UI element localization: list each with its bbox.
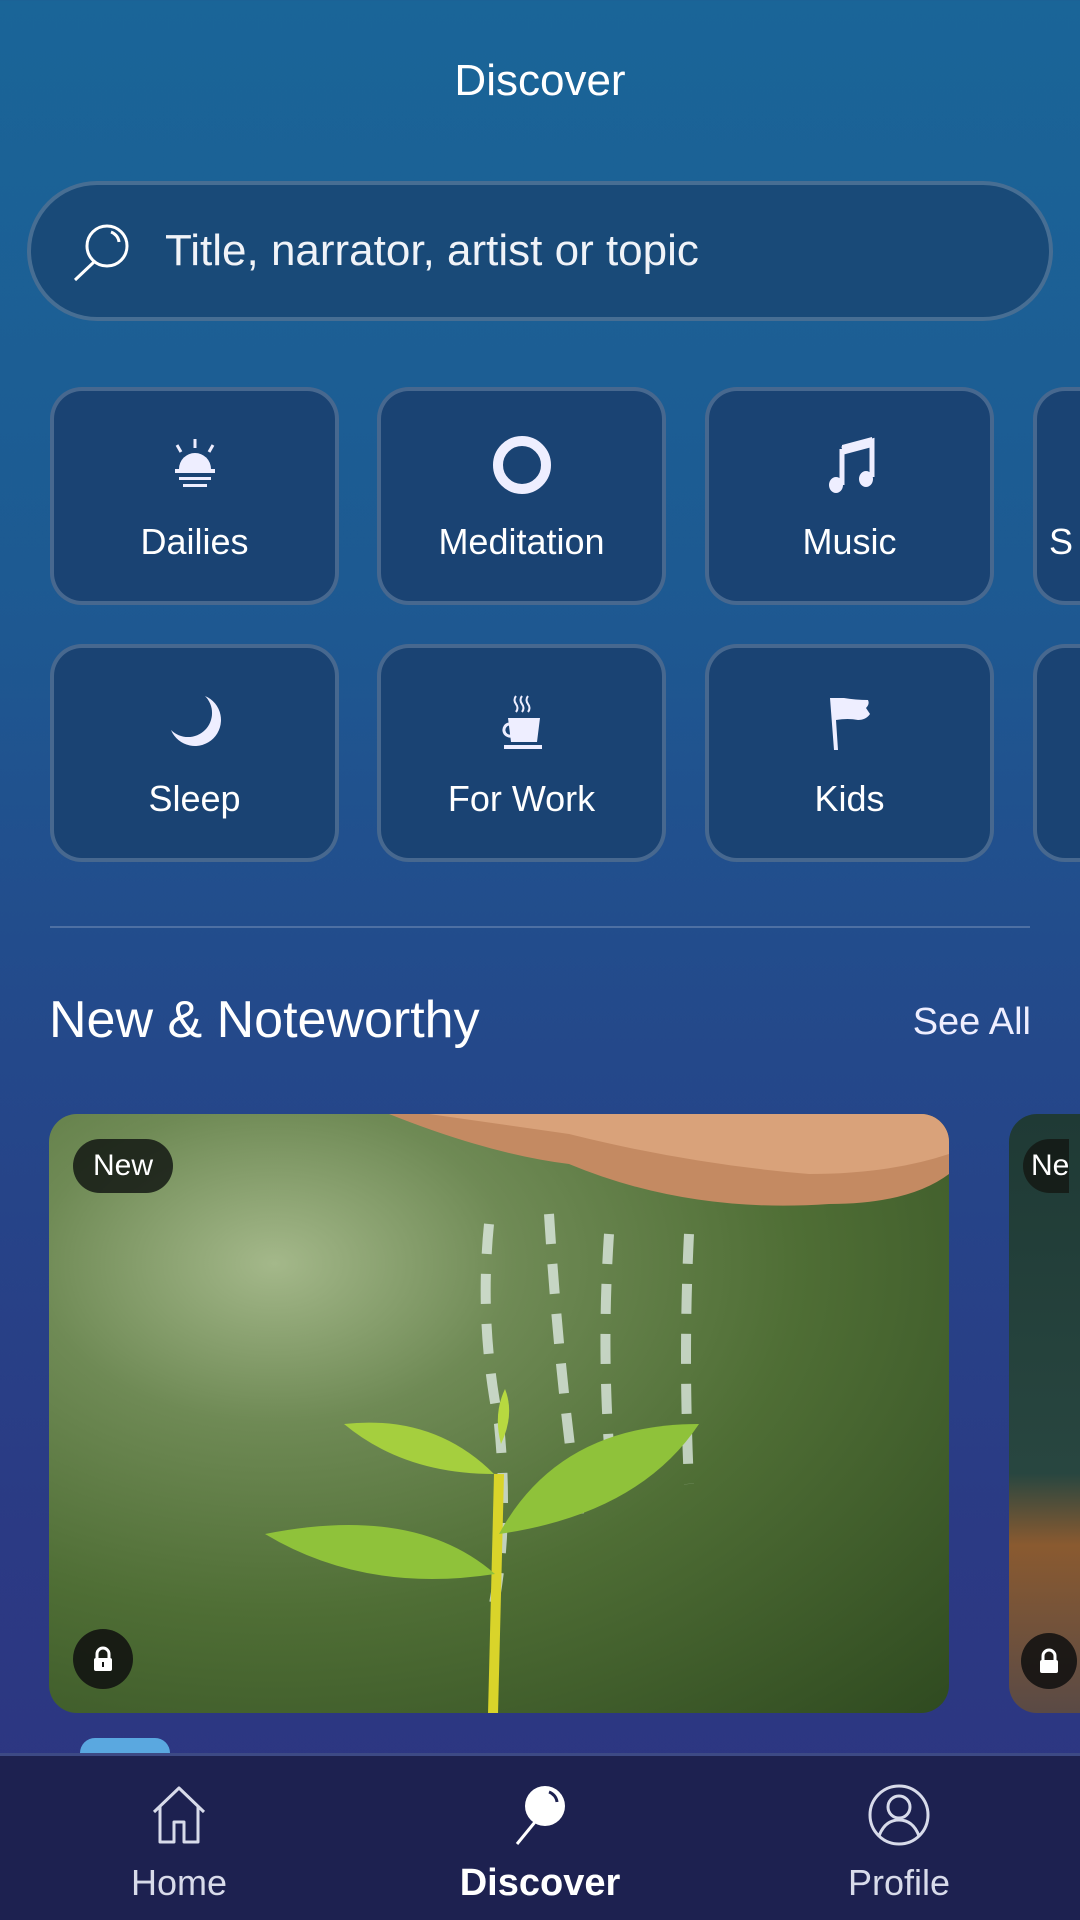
circle-icon xyxy=(492,436,551,494)
card-image xyxy=(265,1114,949,1713)
category-label: S xyxy=(1049,521,1074,562)
category-label: Meditation xyxy=(438,521,605,562)
music-note-icon xyxy=(828,437,874,493)
avatar xyxy=(80,1738,170,1753)
new-badge: New xyxy=(73,1139,174,1193)
home-icon xyxy=(152,1786,206,1844)
category-music[interactable]: Music xyxy=(705,387,994,605)
tab-home[interactable]: Home xyxy=(29,1756,329,1920)
coffee-cup-icon xyxy=(501,695,542,749)
tab-discover[interactable]: Discover xyxy=(390,1756,690,1920)
category-sleep[interactable]: Sleep xyxy=(50,644,339,862)
category-label: Dailies xyxy=(140,521,249,562)
content-card[interactable]: Ne xyxy=(1009,1114,1080,1713)
lock-icon xyxy=(73,1629,133,1689)
search-bar[interactable] xyxy=(27,181,1053,321)
search-input[interactable] xyxy=(165,226,965,276)
category-label: Music xyxy=(802,521,897,562)
new-badge: Ne xyxy=(1023,1139,1070,1193)
category-partial[interactable]: S xyxy=(1033,387,1080,605)
tab-label: Discover xyxy=(459,1862,621,1904)
see-all-link[interactable]: See All xyxy=(913,1001,1031,1044)
category-for-work[interactable]: For Work xyxy=(377,644,666,862)
tab-label: Profile xyxy=(847,1862,951,1903)
flag-icon xyxy=(829,698,870,750)
lock-icon xyxy=(1021,1633,1077,1689)
category-label: For Work xyxy=(447,778,596,819)
category-label: Sleep xyxy=(148,778,241,819)
search-icon xyxy=(515,1786,565,1845)
moon-icon xyxy=(170,696,221,746)
sunrise-icon xyxy=(174,439,215,487)
search-icon xyxy=(73,224,129,282)
category-partial-2[interactable] xyxy=(1033,644,1080,862)
tab-profile[interactable]: Profile xyxy=(749,1756,1049,1920)
category-label: Kids xyxy=(814,778,885,819)
tab-label: Home xyxy=(130,1862,228,1903)
section-title: New & Noteworthy xyxy=(49,991,480,1049)
category-dailies[interactable]: Dailies xyxy=(50,387,339,605)
page-title: Discover xyxy=(454,56,626,105)
divider xyxy=(50,926,1030,928)
category-meditation[interactable]: Meditation xyxy=(377,387,666,605)
tab-bar: Home Discover Profile xyxy=(0,1753,1080,1920)
content-card[interactable]: New xyxy=(49,1114,949,1713)
category-kids[interactable]: Kids xyxy=(705,644,994,862)
profile-icon xyxy=(868,1784,930,1846)
